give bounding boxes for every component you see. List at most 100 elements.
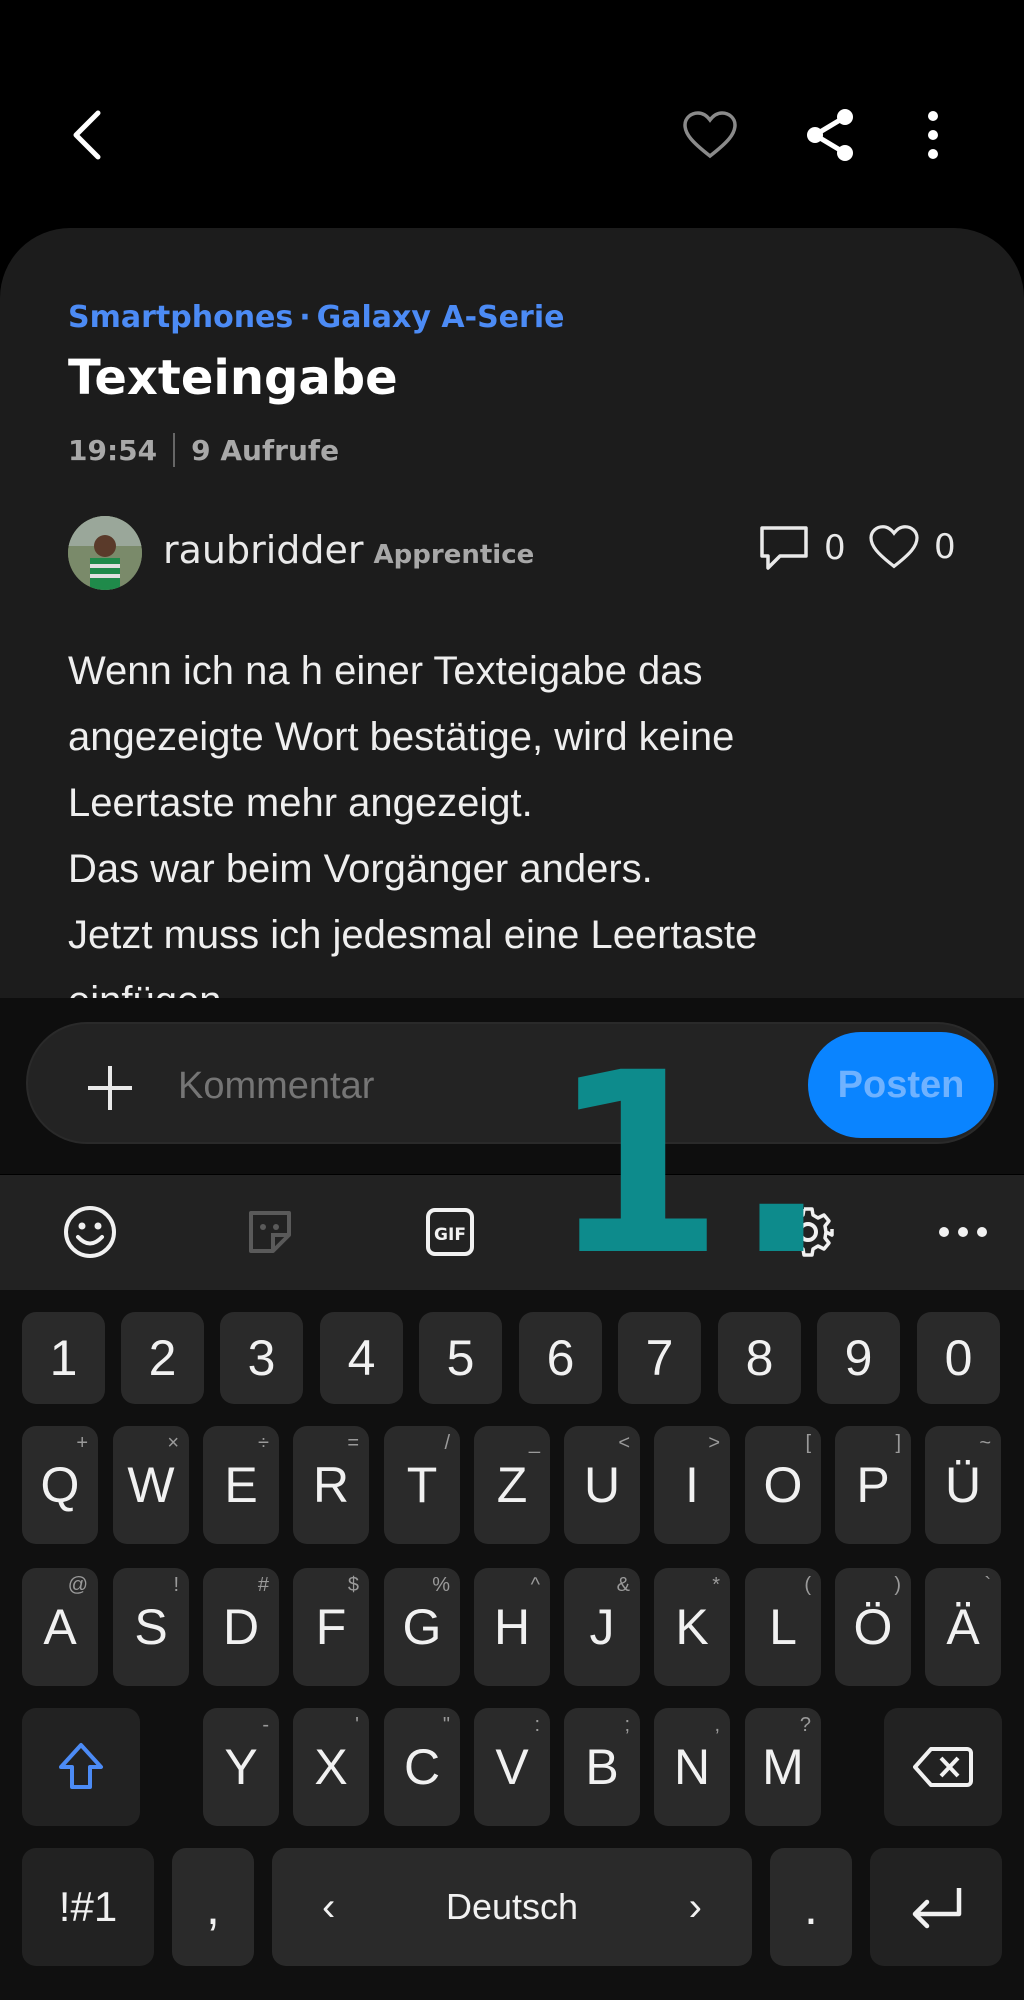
- key-label: T: [406, 1457, 438, 1513]
- key-label: 7: [645, 1330, 674, 1386]
- key-sublabel: =: [347, 1432, 359, 1454]
- key-p[interactable]: ] P: [835, 1426, 911, 1544]
- sticker-button[interactable]: [235, 1197, 305, 1267]
- breadcrumb-item-category[interactable]: Smartphones: [68, 300, 293, 335]
- key-3[interactable]: 3: [220, 1312, 303, 1404]
- key-y[interactable]: -Y: [203, 1708, 279, 1826]
- post-body-line: angezeigte Wort bestätige, wird keine: [68, 715, 735, 759]
- key-sublabel: &: [616, 1574, 630, 1596]
- key-sublabel: <: [618, 1432, 630, 1454]
- key-t[interactable]: / T: [384, 1426, 460, 1544]
- emoji-button[interactable]: [55, 1197, 125, 1267]
- enter-key[interactable]: [870, 1848, 1002, 1966]
- key-label: I: [685, 1457, 699, 1513]
- key-label: S: [134, 1599, 168, 1655]
- key-c[interactable]: " C: [384, 1708, 460, 1826]
- keyboard-toolbar: GIF: [0, 1175, 1024, 1290]
- key-d[interactable]: # D: [203, 1568, 279, 1686]
- key-sublabel: [: [805, 1432, 811, 1454]
- key-v[interactable]: :V: [474, 1708, 550, 1826]
- symbols-key[interactable]: !#1: [22, 1848, 154, 1966]
- comments-stat[interactable]: 0: [758, 524, 846, 572]
- favorite-button[interactable]: [672, 100, 747, 170]
- key-1[interactable]: 1: [22, 1312, 105, 1404]
- key-7[interactable]: 7: [618, 1312, 701, 1404]
- backspace-icon: [913, 1747, 973, 1787]
- key-sublabel: ): [894, 1574, 901, 1596]
- back-button[interactable]: [58, 100, 118, 170]
- key-label: 4: [347, 1330, 376, 1386]
- key-a[interactable]: @ A: [22, 1568, 98, 1686]
- key-b[interactable]: ; B: [564, 1708, 640, 1826]
- comma-key[interactable]: ,: [172, 1848, 254, 1966]
- key-sublabel: ~: [979, 1432, 991, 1454]
- key-o[interactable]: [O: [745, 1426, 821, 1544]
- key-label: P: [856, 1457, 890, 1513]
- key-4[interactable]: 4: [320, 1312, 403, 1404]
- key-f[interactable]: $ F: [293, 1568, 369, 1686]
- sticker-icon: [249, 1211, 291, 1253]
- key-w[interactable]: × W: [113, 1426, 189, 1544]
- post-body-line: Das war beim Vorgänger anders.: [68, 847, 653, 891]
- key-x[interactable]: ' X: [293, 1708, 369, 1826]
- key-label: O: [763, 1457, 803, 1513]
- key-label: ,: [206, 1879, 220, 1935]
- key-h[interactable]: ^ H: [474, 1568, 550, 1686]
- key-9[interactable]: 9: [817, 1312, 900, 1404]
- key-l[interactable]: (L: [745, 1568, 821, 1686]
- key-label: 6: [546, 1330, 575, 1386]
- author-username[interactable]: raubridder: [163, 528, 364, 572]
- author-name[interactable]: raubridder Apprentice: [163, 528, 534, 572]
- key-k[interactable]: * K: [654, 1568, 730, 1686]
- key-label: 8: [745, 1330, 774, 1386]
- comment-icon: [760, 526, 808, 570]
- gif-button[interactable]: GIF: [415, 1197, 485, 1267]
- period-key[interactable]: .: [770, 1848, 852, 1966]
- more-options-button[interactable]: [905, 100, 960, 170]
- key-sublabel: @: [67, 1574, 88, 1596]
- breadcrumb: Smartphones · Galaxy A-Serie: [68, 300, 564, 335]
- key-g[interactable]: % G: [384, 1568, 460, 1686]
- key-sublabel: ]: [895, 1432, 901, 1454]
- share-icon: [807, 109, 853, 161]
- key-sublabel: !: [173, 1574, 179, 1596]
- avatar[interactable]: [68, 516, 142, 590]
- breadcrumb-separator: ·: [299, 300, 311, 335]
- language-prev-arrow: ‹: [322, 1884, 336, 1929]
- likes-stat[interactable]: 0: [868, 524, 956, 570]
- share-button[interactable]: [795, 100, 865, 170]
- shift-key[interactable]: [22, 1708, 140, 1826]
- keyboard-more-button[interactable]: [928, 1197, 998, 1267]
- key-sublabel: >: [708, 1432, 720, 1454]
- key-0[interactable]: 0: [917, 1312, 1000, 1404]
- key-j[interactable]: & J: [564, 1568, 640, 1686]
- key-oe[interactable]: ) Ö: [835, 1568, 911, 1686]
- space-key[interactable]: ‹ Deutsch ›: [272, 1848, 752, 1966]
- key-n[interactable]: ,N: [654, 1708, 730, 1826]
- key-sublabel: -: [262, 1714, 269, 1736]
- key-label: Z: [496, 1457, 528, 1513]
- key-z[interactable]: _ Z: [474, 1426, 550, 1544]
- key-ae[interactable]: ` Ä: [925, 1568, 1001, 1686]
- key-u[interactable]: < U: [564, 1426, 640, 1544]
- key-5[interactable]: 5: [419, 1312, 502, 1404]
- key-q[interactable]: + Q: [22, 1426, 98, 1544]
- key-r[interactable]: = R: [293, 1426, 369, 1544]
- key-label: 3: [247, 1330, 276, 1386]
- key-i[interactable]: > I: [654, 1426, 730, 1544]
- key-label: K: [675, 1599, 709, 1655]
- key-s[interactable]: ! S: [113, 1568, 189, 1686]
- key-label: A: [43, 1599, 77, 1655]
- key-label: Ü: [944, 1457, 982, 1513]
- key-6[interactable]: 6: [519, 1312, 602, 1404]
- heart-outline-icon: [869, 525, 919, 569]
- backspace-key[interactable]: [884, 1708, 1002, 1826]
- key-e[interactable]: ÷ E: [203, 1426, 279, 1544]
- key-2[interactable]: 2: [121, 1312, 204, 1404]
- key-label: 9: [844, 1330, 873, 1386]
- attach-button[interactable]: [80, 1058, 140, 1118]
- breadcrumb-item-subcategory[interactable]: Galaxy A-Serie: [317, 300, 565, 335]
- key-8[interactable]: 8: [718, 1312, 801, 1404]
- key-m[interactable]: ? M: [745, 1708, 821, 1826]
- key-ue[interactable]: ~ Ü: [925, 1426, 1001, 1544]
